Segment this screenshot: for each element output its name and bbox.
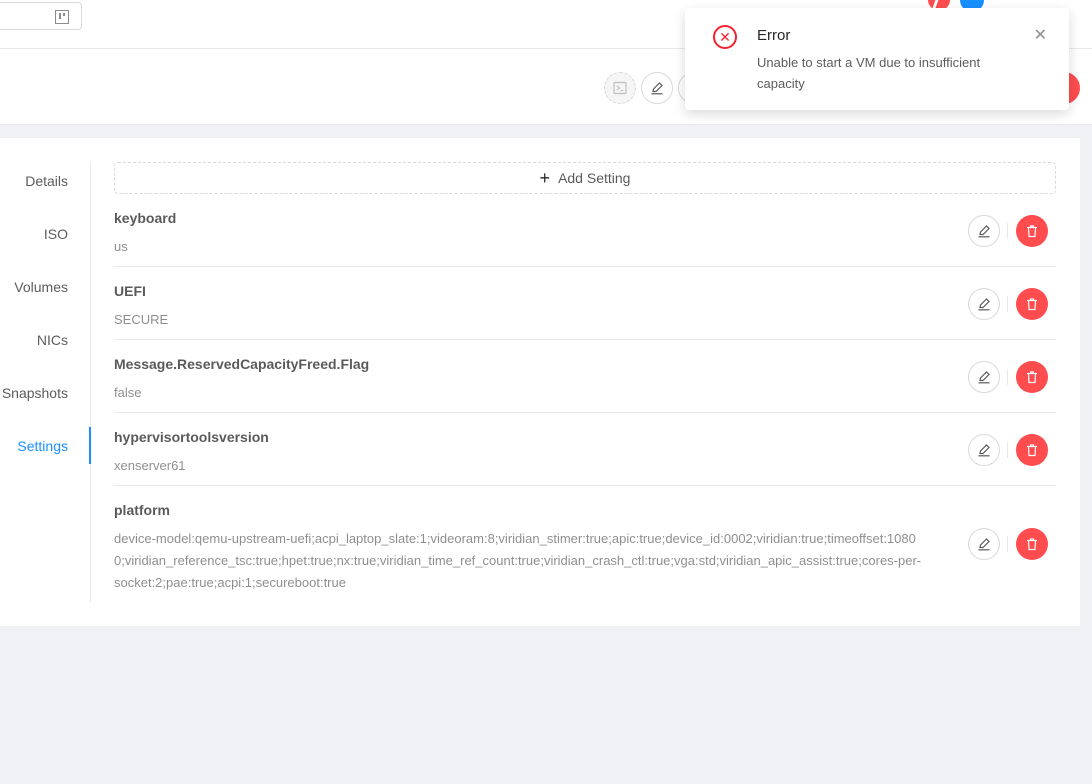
- setting-value: false: [114, 385, 142, 400]
- setting-row-platform: platform device-model:qemu-upstream-uefi…: [114, 502, 1056, 602]
- vertical-tabs: Details ISO Volumes NICs Snapshots Setti…: [0, 162, 91, 602]
- error-notification: ✕ Error Unable to start a VM due to insu…: [685, 8, 1069, 110]
- edit-setting-button[interactable]: [968, 361, 1000, 393]
- setting-value: us: [114, 239, 128, 254]
- delete-setting-button[interactable]: [1016, 288, 1048, 320]
- console-icon: [613, 81, 627, 95]
- setting-value: xenserver61: [114, 458, 186, 473]
- divider: [1007, 296, 1008, 312]
- tab-volumes[interactable]: Volumes: [14, 279, 68, 295]
- setting-name: keyboard: [114, 210, 177, 226]
- setting-name: UEFI: [114, 283, 146, 299]
- delete-setting-button[interactable]: [1016, 361, 1048, 393]
- setting-value: device-model:qemu-upstream-uefi;acpi_lap…: [114, 531, 922, 590]
- edit-icon: [978, 298, 990, 311]
- active-tab-indicator: [89, 427, 91, 464]
- edit-icon: [978, 538, 990, 551]
- setting-name: Message.ReservedCapacityFreed.Flag: [114, 356, 370, 372]
- edit-setting-button[interactable]: [968, 215, 1000, 247]
- setting-name: hypervisortoolsversion: [114, 429, 269, 445]
- divider: [1007, 223, 1008, 239]
- edit-setting-button[interactable]: [968, 288, 1000, 320]
- add-setting-button[interactable]: + Add Setting: [114, 162, 1056, 194]
- setting-row-uefi: UEFI SECURE: [114, 283, 1056, 340]
- plus-icon: +: [539, 168, 551, 188]
- tab-iso[interactable]: ISO: [44, 226, 68, 242]
- edit-icon: [978, 371, 990, 384]
- edit-vm-button[interactable]: [641, 72, 673, 104]
- trash-icon: [1027, 298, 1037, 311]
- edit-setting-button[interactable]: [968, 434, 1000, 466]
- tab-details[interactable]: Details: [25, 173, 68, 189]
- project-selector[interactable]: [0, 2, 82, 30]
- tab-settings[interactable]: Settings: [17, 438, 68, 454]
- close-circle-icon: ✕: [713, 25, 737, 49]
- edit-icon: [978, 444, 990, 457]
- notification-title: Error: [757, 27, 791, 44]
- kanban-icon: [55, 10, 69, 24]
- notification-description: Unable to start a VM due to insufficient…: [757, 55, 981, 91]
- setting-row-hypervisortoolsversion: hypervisortoolsversion xenserver61: [114, 429, 1056, 486]
- trash-icon: [1027, 444, 1037, 457]
- delete-setting-button[interactable]: [1016, 528, 1048, 560]
- divider: [1007, 442, 1008, 458]
- content-card: Details ISO Volumes NICs Snapshots Setti…: [0, 138, 1080, 626]
- divider: [1007, 536, 1008, 552]
- setting-row-keyboard: keyboard us: [114, 210, 1056, 267]
- tab-nics[interactable]: NICs: [37, 332, 68, 348]
- view-console-button[interactable]: [604, 72, 636, 104]
- divider: [1007, 369, 1008, 385]
- trash-icon: [1027, 225, 1037, 238]
- trash-icon: [1027, 538, 1037, 551]
- delete-setting-button[interactable]: [1016, 434, 1048, 466]
- setting-name: platform: [114, 502, 170, 518]
- add-setting-label: Add Setting: [558, 170, 631, 186]
- edit-icon: [651, 82, 663, 95]
- delete-setting-button[interactable]: [1016, 215, 1048, 247]
- trash-icon: [1027, 371, 1037, 384]
- setting-row-reserved-capacity: Message.ReservedCapacityFreed.Flag false: [114, 356, 1056, 413]
- edit-icon: [978, 225, 990, 238]
- tab-snapshots[interactable]: Snapshots: [2, 385, 68, 401]
- setting-value: SECURE: [114, 312, 169, 327]
- close-icon[interactable]: ✕: [1034, 25, 1047, 45]
- edit-setting-button[interactable]: [968, 528, 1000, 560]
